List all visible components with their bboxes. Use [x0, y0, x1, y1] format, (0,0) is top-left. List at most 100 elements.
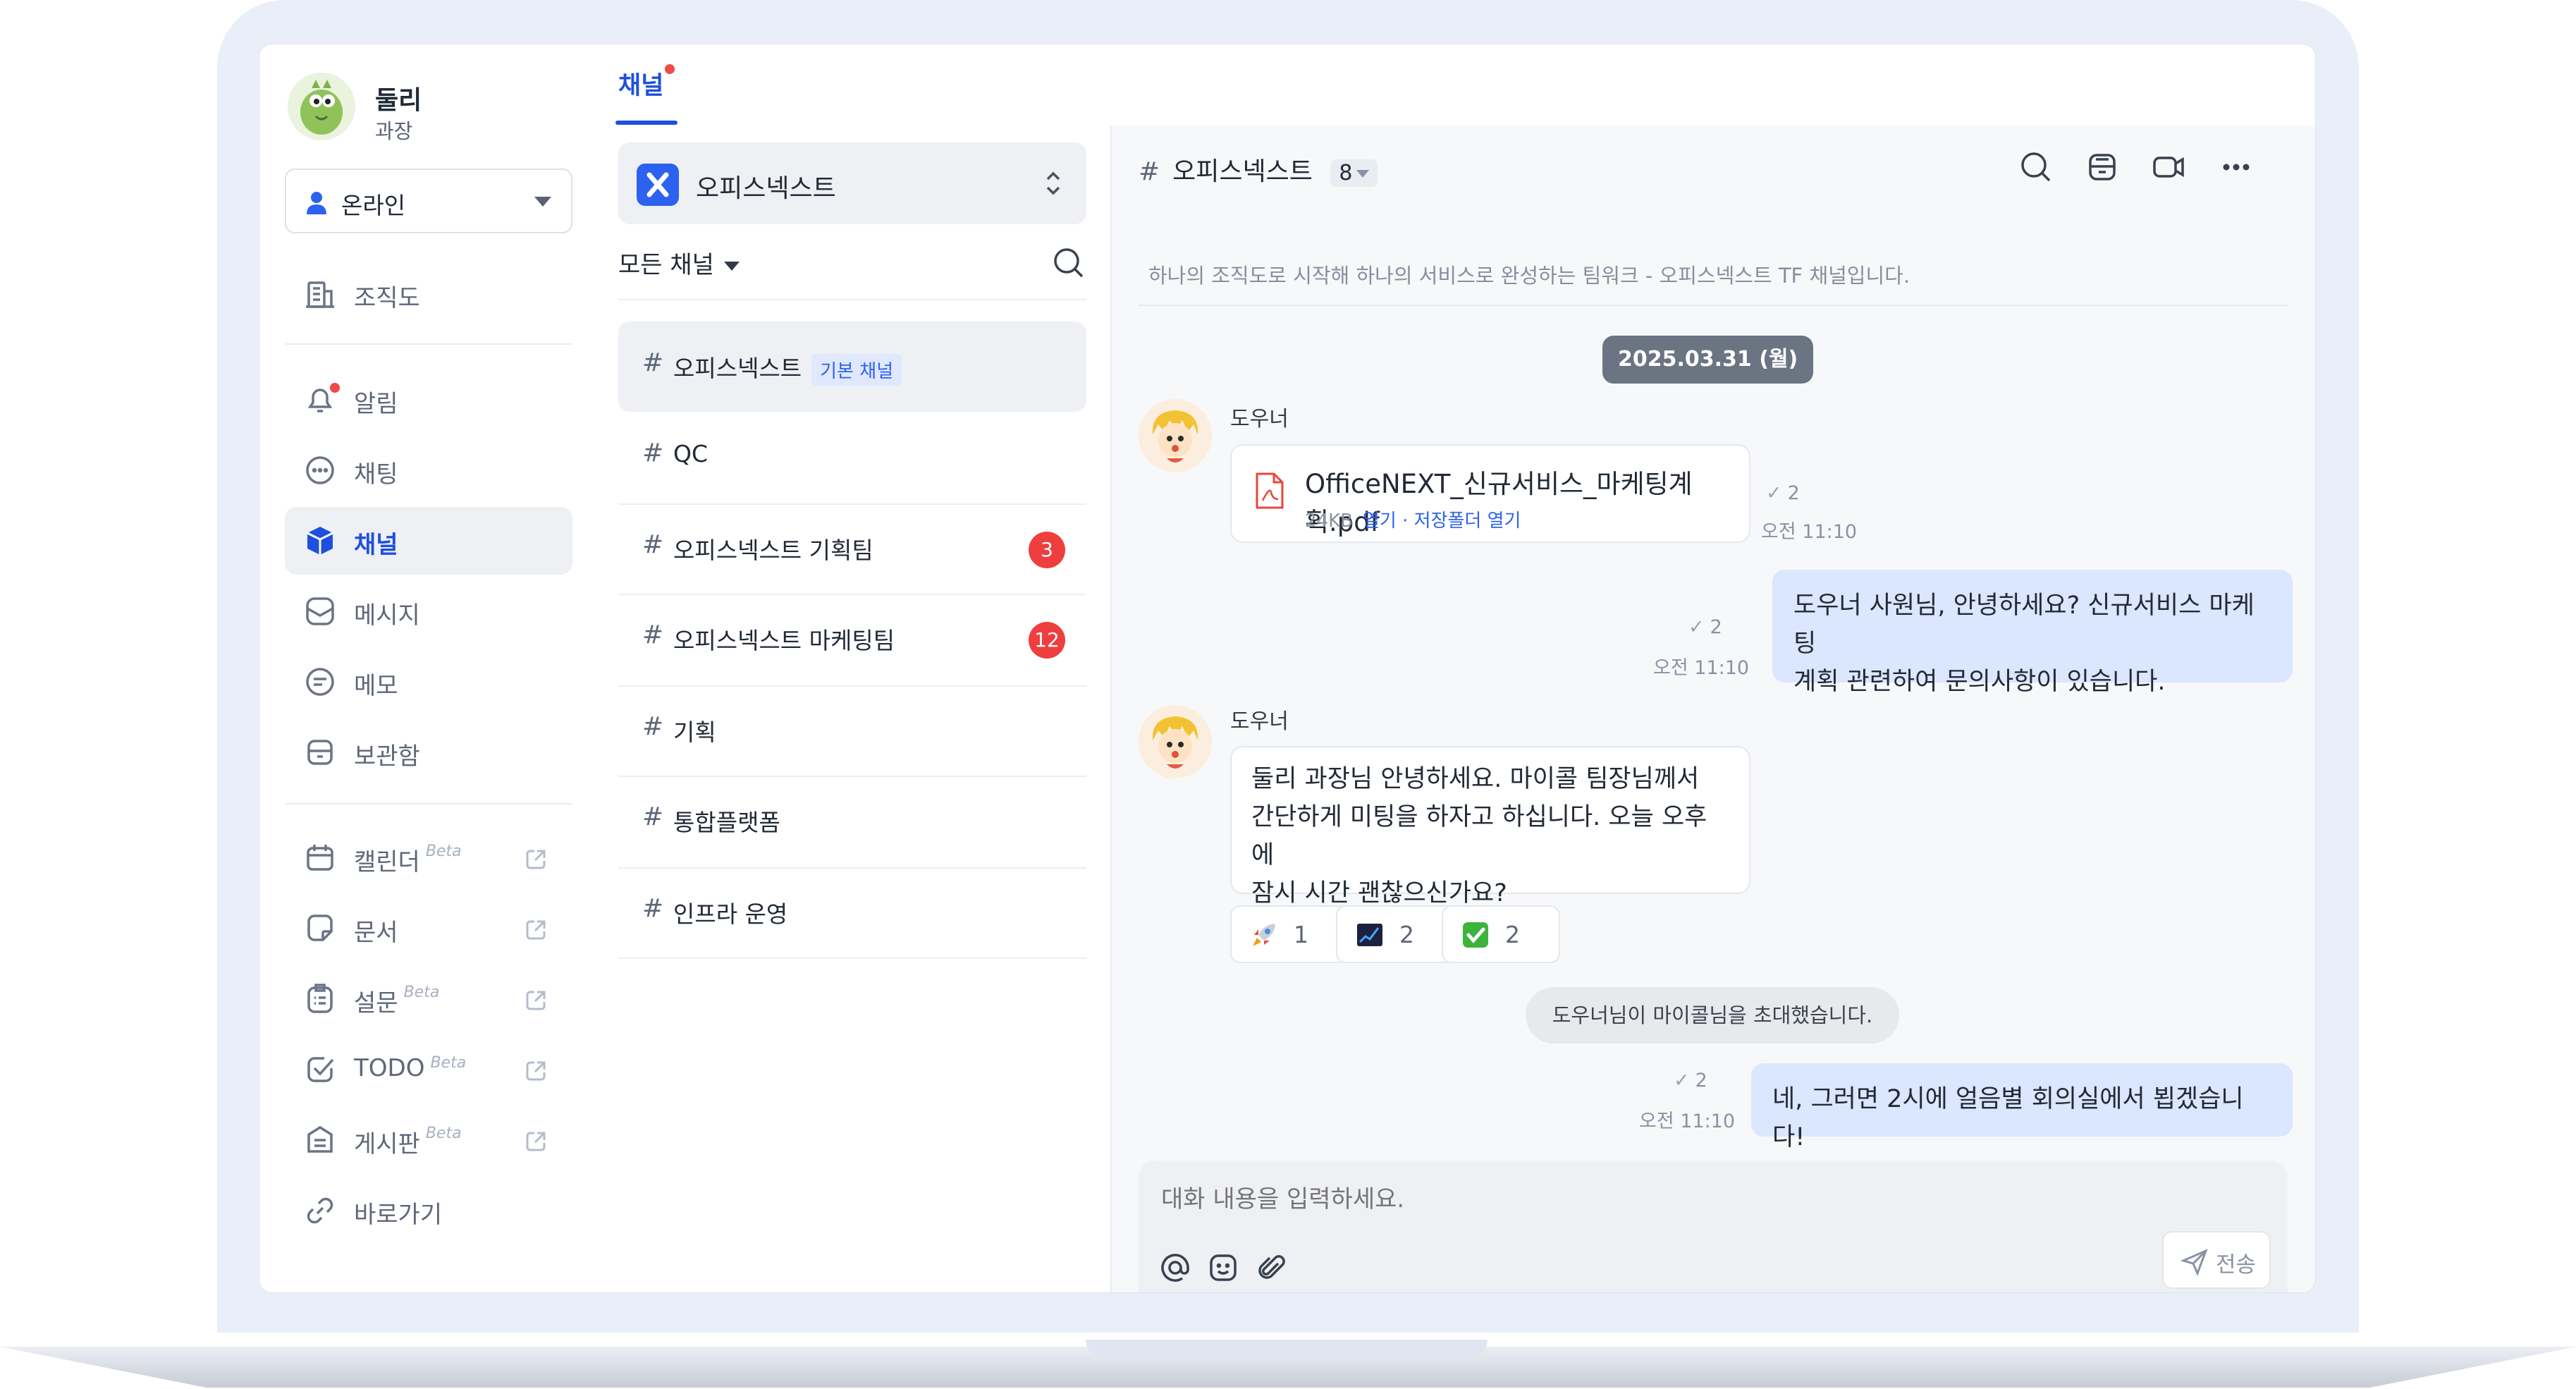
- send-icon: [2181, 1249, 2208, 1276]
- memo-icon: [303, 665, 337, 699]
- nav-board[interactable]: 게시판 Beta: [285, 1106, 572, 1174]
- search-icon[interactable]: [1053, 247, 1085, 282]
- message-time: 오전 11:10: [1761, 521, 1858, 543]
- send-button[interactable]: 전송: [2162, 1231, 2271, 1289]
- file-actions-link[interactable]: 열기 · 저장폴더 열기: [1363, 510, 1521, 532]
- divider: [285, 343, 572, 345]
- divider: [1139, 305, 2288, 306]
- divider: [618, 299, 1086, 300]
- reaction-rocket[interactable]: 1: [1230, 905, 1349, 963]
- avatar: [288, 73, 355, 140]
- external-link-icon[interactable]: [523, 1129, 548, 1157]
- more-icon[interactable]: [2219, 149, 2254, 185]
- nav-todo-label: TODO Beta: [354, 1054, 467, 1082]
- avatar[interactable]: [1139, 705, 1212, 778]
- chevron-down-icon: [534, 197, 551, 207]
- nav-alerts[interactable]: 알림: [285, 366, 572, 434]
- tab-active-indicator: [615, 121, 677, 125]
- avatar[interactable]: [1139, 399, 1212, 472]
- document-icon: [303, 912, 337, 946]
- external-link-icon[interactable]: [523, 988, 548, 1016]
- unread-badge: 3: [1029, 532, 1065, 568]
- my-message-bubble[interactable]: 도우너 사원님, 안녕하세요? 신규서비스 마케팅 계획 관련하여 문의사항이 …: [1772, 570, 2293, 696]
- date-separator: 2025.03.31 (월): [1602, 336, 1814, 384]
- workspace-name: 오피스넥스트: [696, 174, 836, 203]
- channel-item[interactable]: # 오피스넥스트 마케팅팀 12: [618, 594, 1086, 684]
- alert-dot: [330, 383, 340, 393]
- unread-badge: 12: [1029, 622, 1065, 659]
- nav-calendar[interactable]: 캘린더 Beta: [285, 824, 572, 892]
- external-link-icon[interactable]: [523, 917, 548, 946]
- my-message-bubble[interactable]: 네, 그러면 2시에 얼음별 회의실에서 뵙겠습니다!: [1751, 1063, 2293, 1151]
- file-attachment[interactable]: OfficeNEXT_신규서비스_마케팅계획.pdf 24KB 열기 · 저장폴더…: [1230, 444, 1750, 543]
- external-link-icon[interactable]: [523, 1058, 548, 1087]
- nav-archive[interactable]: 보관함: [285, 718, 572, 786]
- cube-icon: [303, 524, 337, 558]
- building-icon: [303, 277, 337, 311]
- nav-shortcut[interactable]: 바로가기: [285, 1177, 572, 1244]
- workspace-select[interactable]: 오피스넥스트: [618, 142, 1086, 224]
- archive-icon[interactable]: [2085, 149, 2120, 185]
- message-text-line: 간단하게 미팅을 하자고 하십니다. 오늘 오후에: [1251, 803, 1707, 869]
- nav-survey-label: 설문 Beta: [354, 984, 440, 1017]
- profile[interactable]: 둘리 과장: [288, 73, 570, 143]
- nav-channel[interactable]: 채널: [285, 507, 572, 575]
- nav-memo[interactable]: 메모: [285, 648, 572, 716]
- nav-calendar-label: 캘린더 Beta: [354, 843, 462, 876]
- tab-channel[interactable]: 채널: [618, 66, 663, 102]
- external-link-icon[interactable]: [523, 847, 548, 875]
- tab-new-dot: [665, 64, 675, 74]
- member-count[interactable]: 8: [1330, 159, 1378, 187]
- device-base: [0, 1340, 2576, 1389]
- nav-message[interactable]: 메시지: [285, 577, 572, 645]
- nav-survey[interactable]: 설문 Beta: [285, 965, 572, 1033]
- channel-description: 하나의 조직도로 시작해 하나의 서비스로 완성하는 팀워크 - 오피스넥스트 …: [1148, 264, 1910, 288]
- envelope-icon: [303, 594, 337, 628]
- nav-memo-label: 메모: [354, 672, 398, 700]
- top-tab-bar: 채널: [594, 44, 2315, 127]
- read-count: ✓ 2: [1766, 482, 1800, 504]
- channel-item[interactable]: # 오피스넥스트 기본 채널: [618, 322, 1086, 412]
- reaction-chart[interactable]: 2: [1336, 905, 1454, 963]
- checkbox-icon: [303, 1053, 337, 1087]
- calendar-icon: [303, 841, 337, 875]
- status-value: 온라인: [341, 192, 406, 219]
- message-text-line: 둘리 과장님 안녕하세요. 마이콜 팀장님께서: [1251, 765, 1700, 793]
- nav-org-chart-label: 조직도: [354, 284, 420, 312]
- message-time: 오전 11:10: [1653, 657, 1750, 679]
- composer: 전송: [1139, 1161, 2288, 1292]
- default-channel-tag: 기본 채널: [811, 354, 902, 386]
- video-call-icon[interactable]: [2151, 149, 2186, 185]
- nav-chatting[interactable]: 채팅: [285, 436, 572, 504]
- channel-item[interactable]: # QC: [618, 412, 1086, 502]
- nav-docs[interactable]: 문서: [285, 895, 572, 962]
- user-title: 과장: [375, 119, 413, 143]
- nav-message-label: 메시지: [354, 601, 420, 630]
- channel-item[interactable]: # 오피스넥스트 기획팀 3: [618, 503, 1086, 594]
- pdf-file-icon: [1253, 471, 1287, 513]
- nav-org-chart[interactable]: 조직도: [285, 260, 572, 328]
- message-text-line: 도우너 사원님, 안녕하세요? 신규서비스 마케팅: [1793, 592, 2255, 658]
- mention-icon[interactable]: [1158, 1251, 1192, 1285]
- channel-item[interactable]: # 기획: [618, 685, 1086, 776]
- attachment-icon[interactable]: [1254, 1251, 1288, 1285]
- message-text-line: 네, 그러면 2시에 얼음별 회의실에서 뵙겠습니다!: [1772, 1085, 2244, 1151]
- nav-board-label: 게시판 Beta: [354, 1125, 462, 1158]
- status-select[interactable]: 온라인: [285, 169, 572, 233]
- read-count: ✓ 2: [1688, 616, 1722, 638]
- emoji-icon[interactable]: [1206, 1251, 1240, 1285]
- nav-shortcut-label: 바로가기: [354, 1201, 443, 1229]
- channel-filter[interactable]: 모든 채널: [618, 245, 740, 280]
- channel-list-pane: 오피스넥스트 모든 채널 # 오피스넥스트 기본 채널 # QC # 오피스넥스트…: [594, 126, 1112, 1292]
- message-text-line: 계획 관련하여 문의사항이 있습니다.: [1793, 668, 2166, 696]
- nav-todo[interactable]: TODO Beta: [285, 1036, 572, 1103]
- search-icon[interactable]: [2018, 149, 2054, 185]
- channel-item[interactable]: # 인프라 운영: [618, 867, 1086, 957]
- sender-name: 도우너: [1230, 407, 1289, 432]
- message-input[interactable]: [1160, 1185, 2220, 1214]
- nav-chatting-label: 채팅: [354, 460, 398, 489]
- reaction-check[interactable]: 2: [1442, 905, 1560, 963]
- message-bubble[interactable]: 둘리 과장님 안녕하세요. 마이콜 팀장님께서 간단하게 미팅을 하자고 하십니…: [1230, 746, 1750, 907]
- channel-item[interactable]: # 통합플랫폼: [618, 776, 1086, 866]
- link-icon: [303, 1194, 337, 1228]
